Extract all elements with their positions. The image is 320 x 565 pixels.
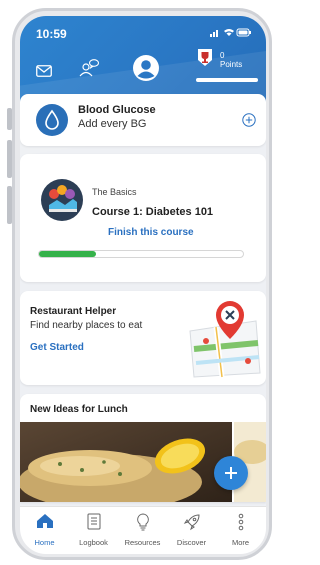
map-pin-illustration-icon <box>189 301 261 378</box>
course-title: Course 1: Diabetes 101 <box>92 206 214 218</box>
tab-label: Home <box>34 538 55 547</box>
tab-discover[interactable]: Discover <box>167 507 216 554</box>
course-progress-fill <box>39 251 97 257</box>
tab-more[interactable]: More <box>216 507 265 554</box>
phone-volume-up <box>7 140 12 178</box>
restaurant-title: Restaurant Helper <box>30 306 117 317</box>
status-icons <box>210 27 252 38</box>
app-screen: 10:59 0 Points Blood Glucose Add every B… <box>20 16 266 554</box>
trophy-badge-icon <box>198 49 212 66</box>
lightbulb-icon <box>136 513 149 531</box>
restaurant-subtitle: Find nearby places to eat <box>30 320 143 331</box>
phone-volume-down <box>7 186 12 224</box>
tab-bar: Home Logbook Resources Discover More <box>20 506 266 554</box>
blood-glucose-subtitle: Add every BG <box>78 118 147 130</box>
points-label: Points <box>220 60 243 69</box>
plus-icon <box>225 467 237 479</box>
phone-side-button <box>7 108 12 130</box>
more-icon <box>238 513 243 531</box>
home-icon <box>36 514 53 528</box>
points-count: 0 <box>220 51 225 60</box>
tab-home[interactable]: Home <box>20 507 69 554</box>
tab-label: Resources <box>124 538 161 547</box>
finish-course-link[interactable]: Finish this course <box>108 227 194 238</box>
blood-glucose-title: Blood Glucose <box>78 104 156 116</box>
course-card[interactable]: The Basics Course 1: Diabetes 101 Finish… <box>20 154 266 282</box>
course-food-icon <box>41 179 83 221</box>
logbook-icon <box>87 513 100 530</box>
tab-label: Logbook <box>79 538 108 547</box>
rocket-icon <box>183 514 200 531</box>
tab-label: Discover <box>176 538 207 547</box>
points-progress-bar <box>196 78 258 82</box>
blood-glucose-card[interactable]: Blood Glucose Add every BG <box>20 94 266 146</box>
course-eyebrow: The Basics <box>92 187 137 197</box>
tab-logbook[interactable]: Logbook <box>69 507 118 554</box>
blood-drop-icon <box>36 104 68 136</box>
tab-resources[interactable]: Resources <box>118 507 167 554</box>
add-entry-button[interactable] <box>214 456 248 490</box>
add-bg-icon[interactable] <box>242 113 256 127</box>
lunch-ideas-title: New Ideas for Lunch <box>30 404 128 415</box>
tab-label: More <box>231 538 250 547</box>
restaurant-helper-card[interactable]: Restaurant Helper Find nearby places to … <box>20 291 266 385</box>
avatar[interactable] <box>132 54 160 87</box>
course-progress-bar <box>38 250 244 258</box>
status-time: 10:59 <box>36 27 67 41</box>
mail-icon[interactable] <box>36 64 52 82</box>
get-started-link[interactable]: Get Started <box>30 342 84 353</box>
points-widget[interactable]: 0 Points <box>196 49 260 92</box>
signal-wifi-battery-icon <box>210 28 251 37</box>
community-icon[interactable] <box>78 58 100 83</box>
